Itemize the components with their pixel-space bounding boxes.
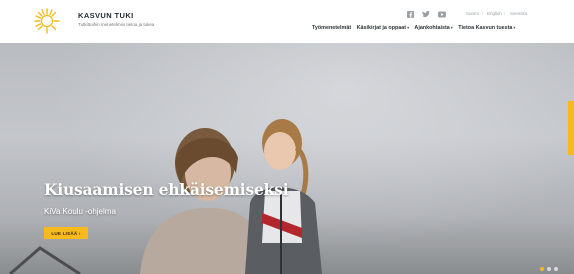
hero-slider[interactable]: Kiusaamisen ehkäisemiseksi KiVa Koulu -o… [0,43,574,274]
twitter-icon[interactable] [422,11,430,19]
lang-divider: / [482,11,484,16]
lang-divider: / [504,11,506,16]
slider-dot[interactable] [554,267,558,271]
site-header: KASVUN TUKI Tutkittuihin menetelmiin tie… [0,0,574,43]
lang-suomi[interactable]: Suomi [466,11,479,16]
youtube-icon[interactable] [438,11,446,19]
slider-dots [540,267,558,271]
chevron-down-icon: ▾ [513,25,516,30]
brand-name[interactable]: KASVUN TUKI [78,11,134,20]
facebook-icon[interactable] [407,11,414,19]
nav-item-ajankohtaista[interactable]: Ajankohtaista▾ [414,25,452,31]
hero-title: Kiusaamisen ehkäisemiseksi [44,180,289,199]
slider-next-arrow[interactable] [568,101,574,155]
read-more-button[interactable]: LUE LISÄÄ › [44,227,88,239]
sun-logo-icon[interactable] [33,7,61,35]
hero-subtitle: KiVa Koulu -ohjelma [44,207,116,216]
chevron-down-icon: ▾ [450,25,453,30]
hero-photo [9,119,322,274]
slider-dot[interactable] [547,267,551,271]
nav-item-tietoa[interactable]: Tietoa Kasvun tuesta▾ [458,25,515,31]
lang-english[interactable]: English [487,11,502,16]
slider-dot[interactable] [540,267,544,271]
nav-item-kasikirjat[interactable]: Käsikirjat ja oppaat▾ [357,25,409,31]
lang-svenska[interactable]: Svenska [510,11,527,16]
main-nav: Työmenetelmät Käsikirjat ja oppaat▾ Ajan… [312,25,519,31]
chevron-down-icon: ▾ [407,25,410,30]
brand-tagline: Tutkittuihin menetelmiin tietoa ja tukea [78,22,155,27]
nav-item-tyomenetelmat[interactable]: Työmenetelmät [312,25,351,31]
